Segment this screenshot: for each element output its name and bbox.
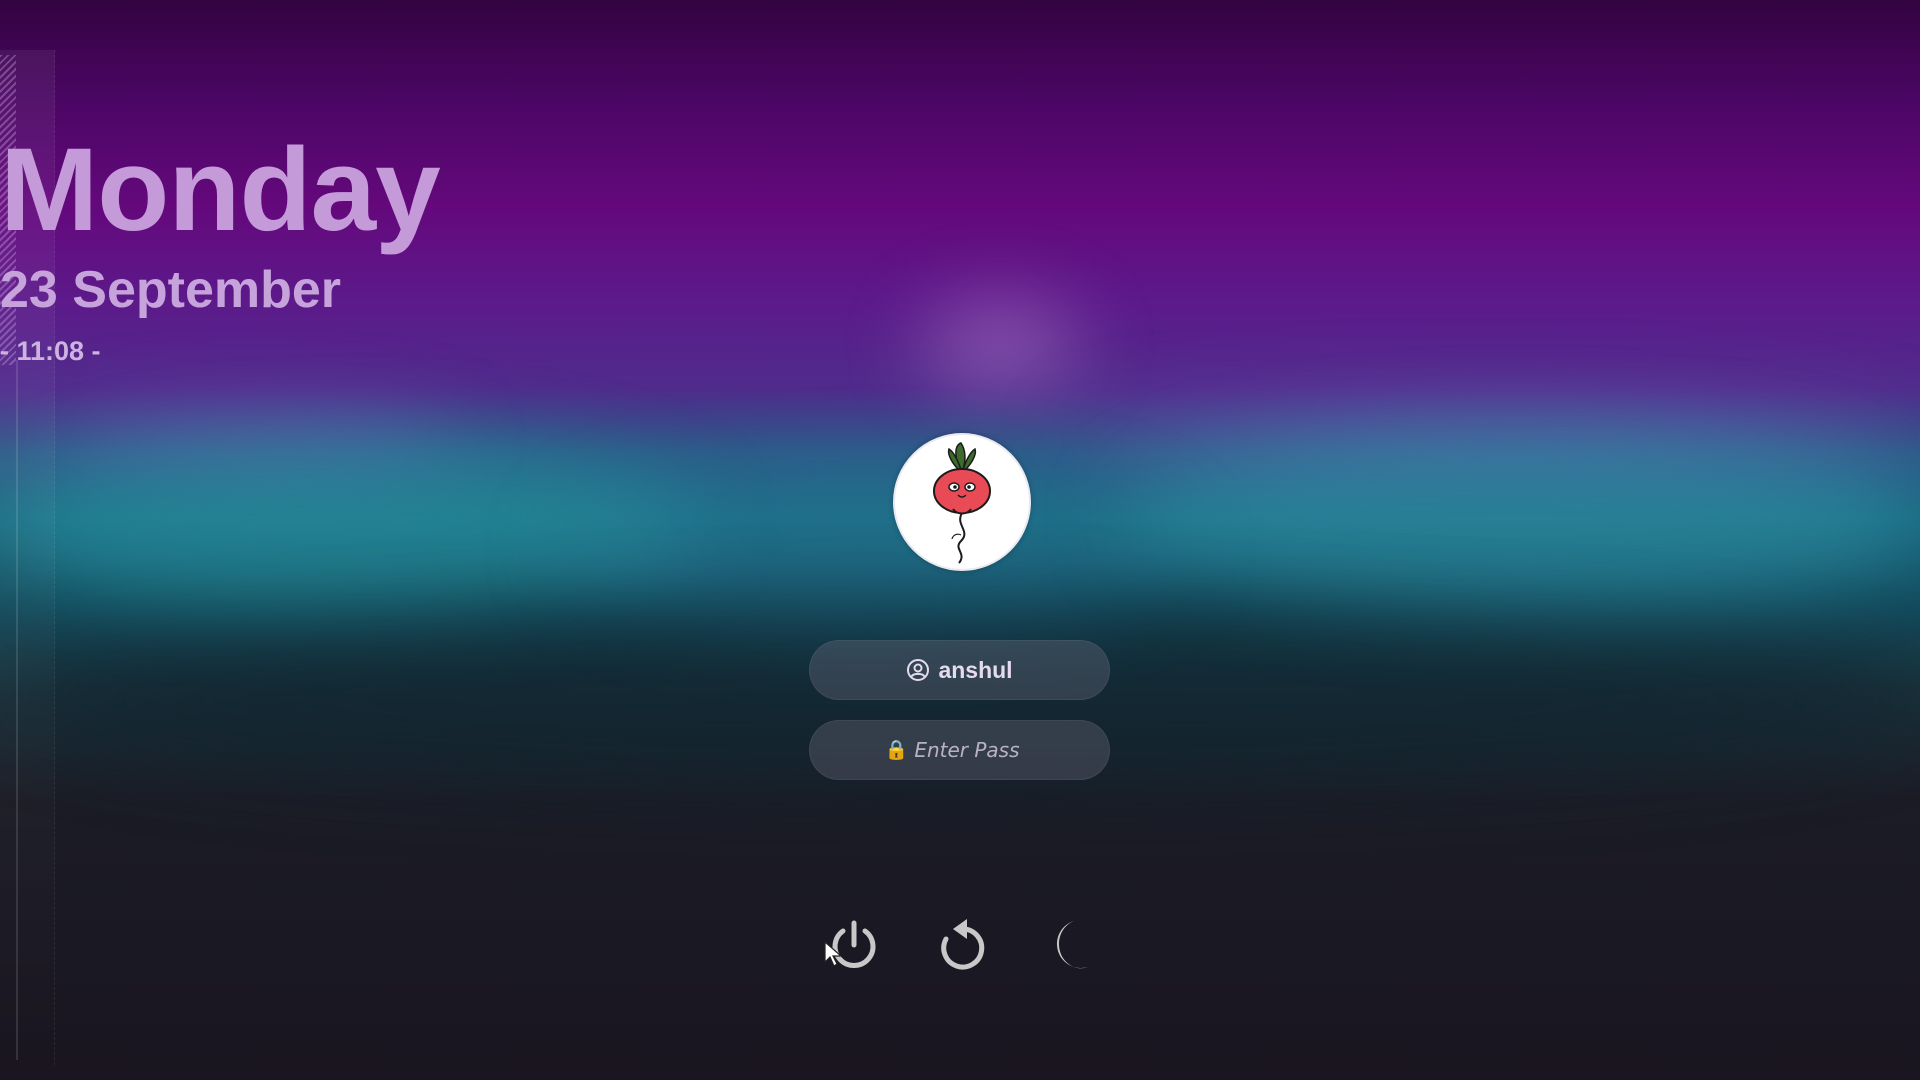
date-label: 23 September xyxy=(0,261,342,319)
lock-icon: 🔒 xyxy=(884,740,909,761)
background-mountains xyxy=(560,470,1180,630)
password-input[interactable] xyxy=(914,738,1035,762)
lock-screen: Monday 23 September - 11:08 - anshul 🔒 xyxy=(0,0,1920,1080)
radish-avatar-icon xyxy=(933,442,991,564)
user-circle-icon xyxy=(907,659,930,681)
mouse-cursor-icon xyxy=(824,940,843,967)
avatar xyxy=(893,433,1031,571)
username-field[interactable]: anshul xyxy=(809,640,1110,700)
reboot-button[interactable] xyxy=(933,915,993,975)
username-label: anshul xyxy=(938,656,1013,683)
reboot-icon xyxy=(941,919,985,970)
power-actions xyxy=(0,915,1920,975)
password-field-container[interactable]: 🔒 xyxy=(809,720,1110,780)
background-mountains xyxy=(1120,430,1920,610)
day-label: Monday xyxy=(0,124,441,256)
sleep-button[interactable] xyxy=(1040,915,1100,975)
sleep-moon-icon xyxy=(1056,921,1088,969)
time-label: - 11:08 - xyxy=(0,336,101,366)
